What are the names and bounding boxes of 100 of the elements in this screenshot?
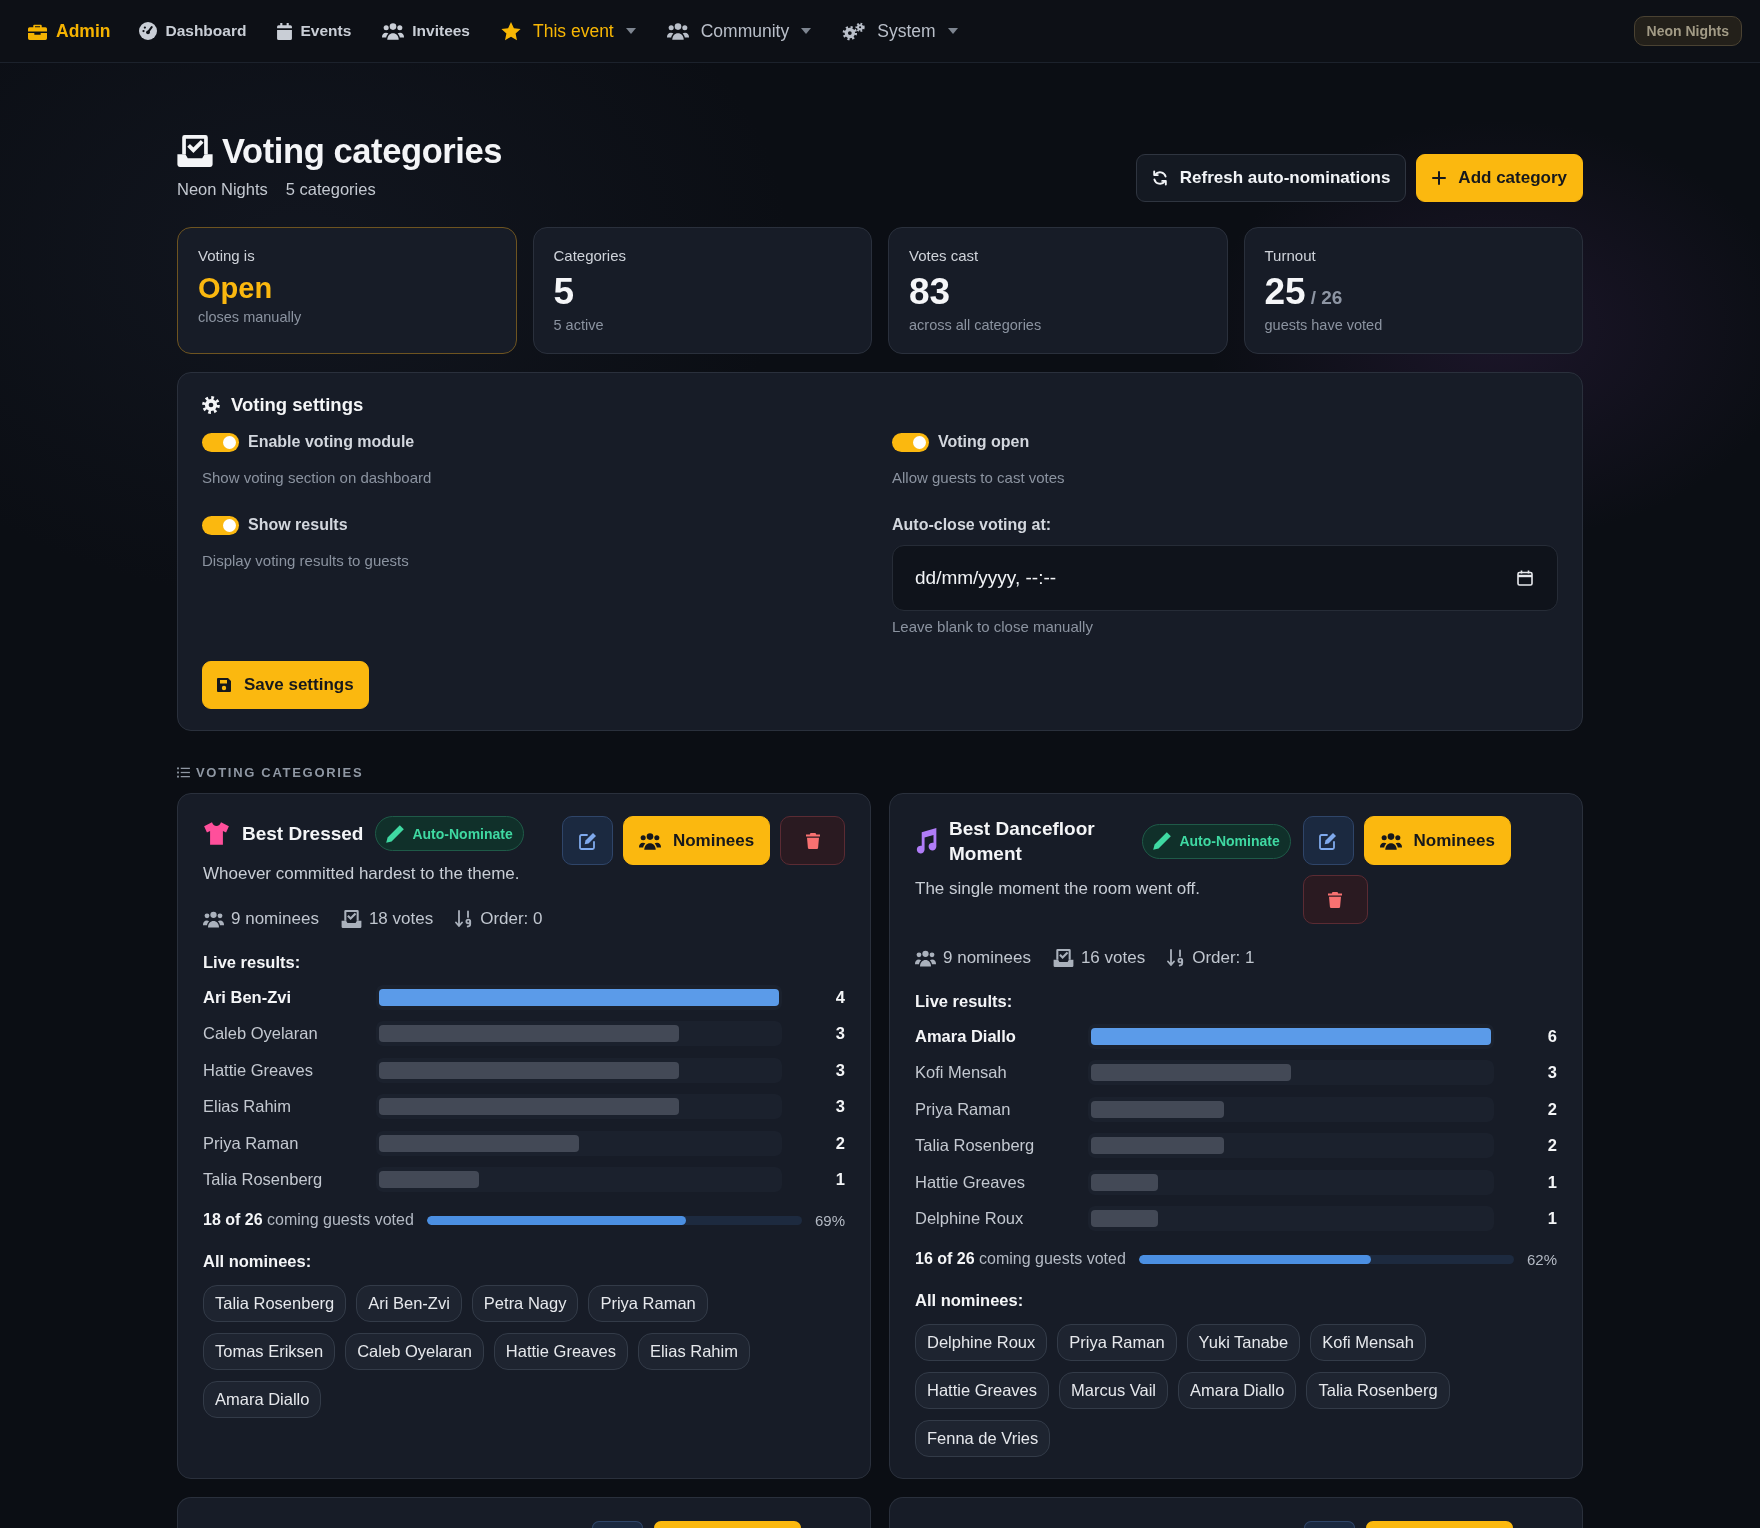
trash-icon xyxy=(1328,891,1343,908)
calendar-icon[interactable] xyxy=(1517,570,1533,586)
edit-button[interactable] xyxy=(1302,816,1354,865)
star-icon xyxy=(501,21,521,41)
admin-brand-link[interactable]: Admin xyxy=(28,20,111,42)
nominee-chip: Marcus Vail xyxy=(1059,1372,1168,1409)
nav-menu[interactable]: System xyxy=(842,20,958,42)
turnout-percent: 62% xyxy=(1526,1250,1557,1268)
turnout-text: 18 of 26 coming guests voted xyxy=(203,1211,414,1229)
people-group-icon xyxy=(638,831,661,850)
add-category-button[interactable]: Add category xyxy=(1416,154,1583,202)
settings-title: Voting settings xyxy=(231,395,364,415)
nominee-chip: Elias Rahim xyxy=(637,1333,750,1370)
vote-total: 3 xyxy=(1546,1063,1557,1083)
vote-total: 1 xyxy=(1546,1209,1557,1229)
refresh-icon xyxy=(1151,170,1168,186)
stat-value: 5 xyxy=(553,271,575,313)
nominee-chip: Priya Raman xyxy=(1057,1324,1177,1361)
vote-total: 1 xyxy=(834,1170,845,1190)
toggle-label: Voting open xyxy=(938,433,1030,451)
nav-link[interactable]: Events xyxy=(277,22,352,40)
stat-value: Open xyxy=(198,271,273,305)
results-heading: Live results: xyxy=(915,991,1014,1011)
nominee-name: Priya Raman xyxy=(203,1133,300,1153)
vote-total: 3 xyxy=(834,1024,845,1044)
nominee-name: Talia Rosenberg xyxy=(915,1136,1036,1156)
stat-total: / 26 xyxy=(1310,287,1343,309)
category-description: Whoever committed hardest to the theme. xyxy=(203,863,521,885)
sort-order: Order: 1 xyxy=(1192,947,1255,969)
edit-button[interactable] xyxy=(562,816,613,865)
stat-note: across all categories xyxy=(909,316,1042,334)
nominee-name: Caleb Oyelaran xyxy=(203,1024,319,1044)
stat-value: 25 xyxy=(1264,271,1306,313)
trash-icon xyxy=(805,832,820,849)
pencil-icon xyxy=(385,823,406,844)
nominee-name: Amara Diallo xyxy=(915,1026,1017,1046)
nominee-chip: Talia Rosenberg xyxy=(1306,1372,1450,1409)
vote-total: 3 xyxy=(834,1097,845,1117)
nominee-name: Ari Ben-Zvi xyxy=(203,987,292,1007)
stat-label: Votes cast xyxy=(909,247,979,265)
stat-label: Turnout xyxy=(1264,247,1316,265)
gear-icon xyxy=(202,396,220,414)
music-note-icon xyxy=(915,828,937,854)
category-count: 5 categories xyxy=(285,179,376,200)
vote-total: 3 xyxy=(834,1060,845,1080)
save-button[interactable]: Save settings xyxy=(202,661,369,709)
nominees-button[interactable] xyxy=(654,1521,801,1528)
results-heading: Live results: xyxy=(203,952,302,972)
nominee-chip: Fenna de Vries xyxy=(915,1420,1051,1457)
date-time-field[interactable]: dd/mm/yyyy, --:-- xyxy=(892,545,1558,611)
pencil-icon xyxy=(1152,831,1173,851)
people-group-icon xyxy=(1379,831,1402,850)
help-text: Leave blank to close manually xyxy=(892,617,1093,637)
nominee-name: Priya Raman xyxy=(915,1099,1012,1119)
stat-note: 5 active xyxy=(553,316,604,334)
shirt-icon xyxy=(203,822,230,845)
nominees-button[interactable] xyxy=(1366,1521,1513,1528)
nominee-chip: Tomas Eriksen xyxy=(203,1333,336,1370)
gauge-icon xyxy=(139,22,158,40)
nav-menu[interactable]: Community xyxy=(666,20,812,42)
vote-total: 2 xyxy=(834,1133,845,1153)
page-title: Voting categories xyxy=(222,131,503,171)
nominee-chip: Delphine Roux xyxy=(915,1324,1048,1361)
refresh-button[interactable]: Refresh auto-nominations xyxy=(1135,154,1407,202)
nominee-name: Elias Rahim xyxy=(203,1097,293,1117)
delete-button[interactable] xyxy=(1302,875,1368,924)
stat-label: Categories xyxy=(553,247,627,265)
nominees-button[interactable]: Nominees xyxy=(623,816,770,865)
toggle-switch[interactable] xyxy=(892,432,929,452)
turnout-text: 16 of 26 coming guests voted xyxy=(915,1250,1126,1268)
category-title: Best Dressed xyxy=(242,822,364,846)
sort-order: Order: 0 xyxy=(480,908,543,930)
nominee-chip: Yuki Tanabe xyxy=(1186,1324,1301,1361)
edit-icon xyxy=(578,831,597,850)
nominee-name: Hattie Greaves xyxy=(915,1172,1027,1192)
plus-icon xyxy=(1432,171,1447,185)
nav-link[interactable]: Invitees xyxy=(382,22,470,40)
help-text: Allow guests to cast votes xyxy=(892,468,1065,488)
delete-button[interactable] xyxy=(780,816,845,865)
toggle-switch[interactable] xyxy=(202,515,239,535)
nominee-name: Delphine Roux xyxy=(915,1209,1025,1229)
vote-total: 2 xyxy=(1546,1099,1557,1119)
nominee-chip: Kofi Mensah xyxy=(1310,1324,1426,1361)
nominee-chip: Caleb Oyelaran xyxy=(345,1333,484,1370)
nav-link[interactable]: Dashboard xyxy=(139,22,247,40)
nominees-button[interactable]: Nominees xyxy=(1363,816,1511,865)
ballot-check-icon xyxy=(1052,949,1074,967)
nominee-count: 9 nominees xyxy=(231,908,319,930)
people-group-icon xyxy=(915,949,936,967)
nominee-chip: Priya Raman xyxy=(588,1285,708,1322)
help-text: Show voting section on dashboard xyxy=(202,468,432,488)
vote-total: 1 xyxy=(1546,1172,1557,1192)
toggle-switch[interactable] xyxy=(202,432,239,452)
section-label: VOTING CATEGORIES xyxy=(196,764,364,780)
people-group-icon xyxy=(203,910,224,928)
nominee-count: 9 nominees xyxy=(943,947,1031,969)
stat-note: guests have voted xyxy=(1264,316,1383,334)
nominee-chip: Ari Ben-Zvi xyxy=(356,1285,462,1322)
nominees-heading: All nominees: xyxy=(203,1251,313,1271)
nav-menu[interactable]: This event xyxy=(501,20,636,42)
